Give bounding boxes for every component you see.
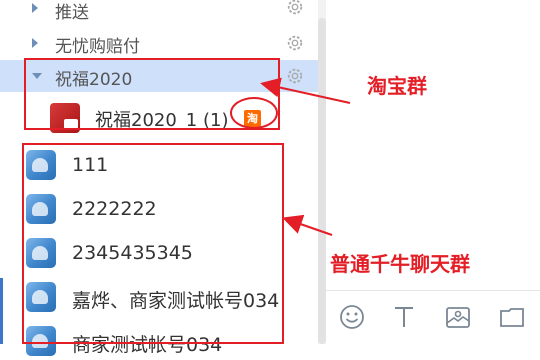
gear-icon[interactable] [286,67,304,85]
category-row-compensation[interactable]: 无忧购赔付 [0,28,320,58]
annotation-label-normal: 普通千牛聊天群 [330,252,470,276]
category-label: 无忧购赔付 [55,37,140,57]
folder-icon[interactable] [498,303,526,331]
text-icon[interactable] [390,303,418,331]
image-icon[interactable] [444,303,472,331]
expand-arrow-icon[interactable] [32,3,38,13]
annotation-box-normal [22,143,284,344]
gear-icon[interactable] [286,0,304,16]
annotation-label-taobao: 淘宝群 [367,74,427,98]
annotation-oval-badge [230,97,278,129]
category-label: 推送 [55,3,89,23]
input-toolbar [326,290,540,345]
scrollbar-thumb[interactable] [318,18,326,344]
expand-arrow-icon[interactable] [32,38,38,48]
smile-icon[interactable] [338,303,366,331]
left-accent-strip [0,278,3,344]
gear-icon[interactable] [286,34,304,52]
category-row-push[interactable]: 推送 [0,0,320,23]
